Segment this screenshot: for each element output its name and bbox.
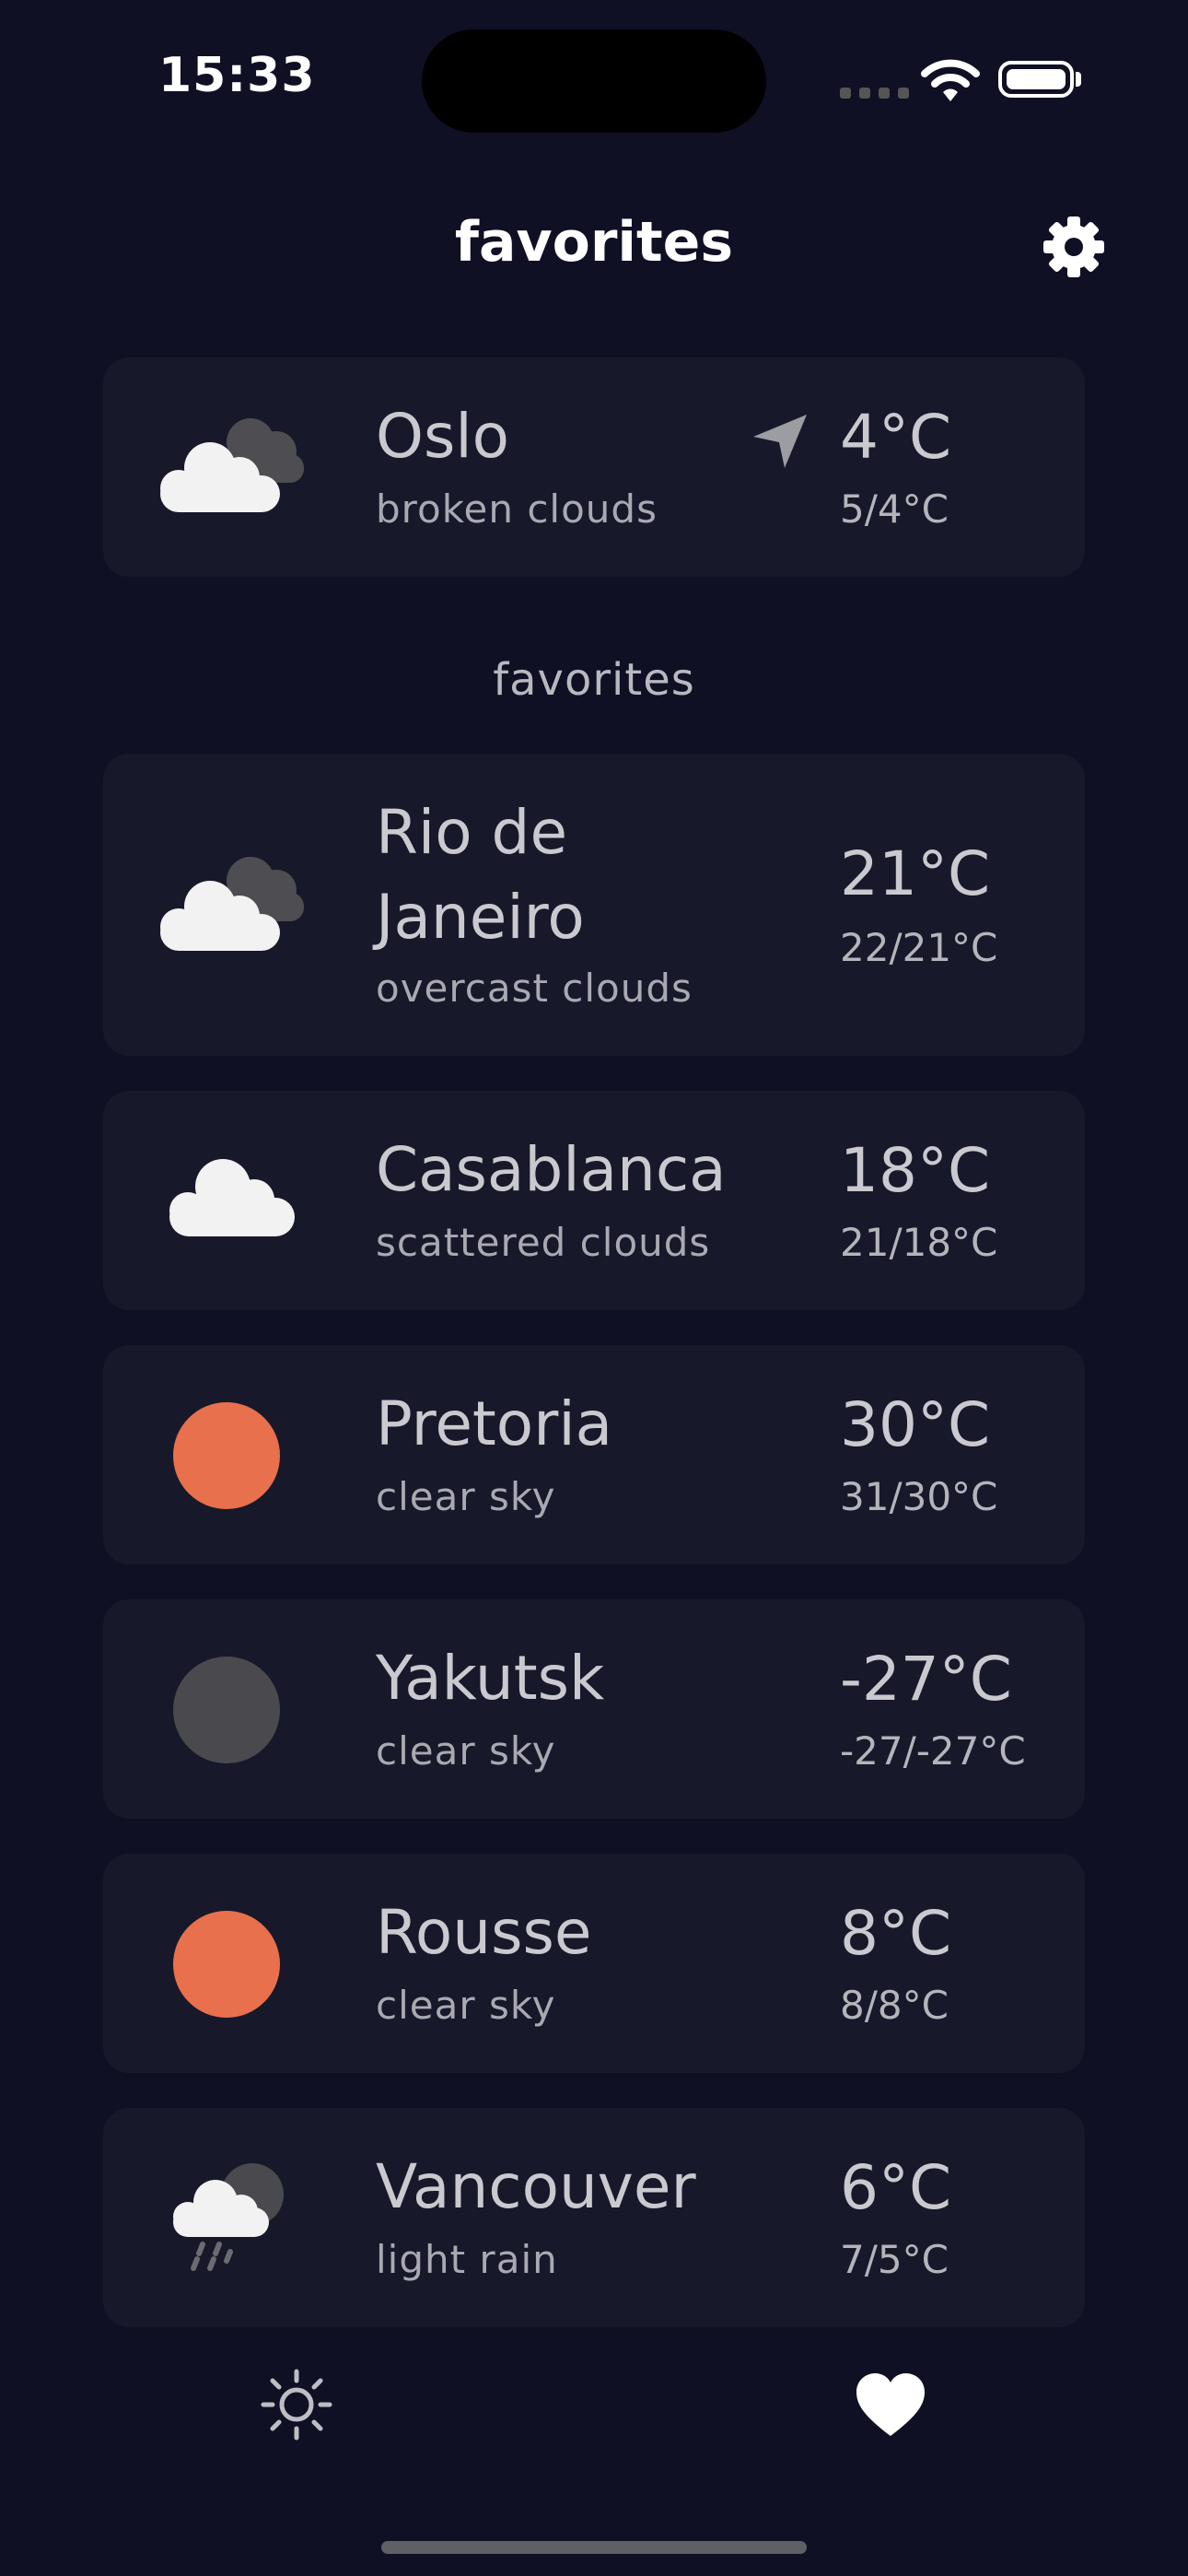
weather-description: clear sky <box>376 1728 556 1774</box>
weather-description: clear sky <box>376 1983 556 2028</box>
temp-range: -27/-27°C <box>840 1728 1026 1774</box>
light-rain-icon <box>164 2156 293 2279</box>
city-name: Yakutsk <box>376 1643 605 1714</box>
weather-description: clear sky <box>376 1474 556 1519</box>
temp-range: 31/30°C <box>840 1474 998 1519</box>
page-title: favorites <box>454 210 734 275</box>
sun-icon <box>171 1400 282 1515</box>
city-name-line1: Rio de <box>376 797 568 868</box>
current-temp: 4°C <box>840 402 952 473</box>
city-name: Oslo <box>376 401 510 472</box>
temp-range: 7/5°C <box>840 2237 949 2282</box>
city-name-line2: Janeiro <box>376 882 585 953</box>
weather-tab-sun-icon[interactable] <box>260 2368 333 2445</box>
dynamic-island <box>422 29 766 133</box>
current-temp: -27°C <box>840 1644 1012 1715</box>
weather-description: broken clouds <box>376 486 658 532</box>
temp-range: 21/18°C <box>840 1220 998 1265</box>
weather-description: scattered clouds <box>376 1220 711 1265</box>
city-name: Vancouver <box>376 2151 696 2222</box>
weather-description: light rain <box>376 2237 558 2282</box>
temp-range: 5/4°C <box>840 486 949 532</box>
current-temp: 8°C <box>840 1898 952 1969</box>
status-time: 15:33 <box>158 48 316 103</box>
favorite-card-casablanca[interactable]: Casablanca scattered clouds 18°C 21/18°C <box>103 1091 1085 1310</box>
temp-range: 22/21°C <box>840 925 998 970</box>
wifi-icon <box>921 55 980 107</box>
broken-clouds-icon <box>147 404 313 527</box>
cellular-signal-icon <box>840 85 917 102</box>
favorite-card-rio[interactable]: Rio de Janeiro overcast clouds 21°C 22/2… <box>103 754 1085 1056</box>
moon-icon <box>171 1655 282 1769</box>
current-location-card[interactable]: Oslo broken clouds 4°C 5/4°C <box>103 357 1085 577</box>
battery-icon <box>998 61 1074 98</box>
temp-range: 8/8°C <box>840 1983 949 2028</box>
gear-icon[interactable] <box>1041 214 1107 284</box>
favorite-card-pretoria[interactable]: Pretoria clear sky 30°C 31/30°C <box>103 1345 1085 1564</box>
battery-cap <box>1076 72 1081 87</box>
current-temp: 18°C <box>840 1135 991 1206</box>
favorite-card-yakutsk[interactable]: Yakutsk clear sky -27°C -27/-27°C <box>103 1599 1085 1819</box>
favorites-tab-heart-icon[interactable] <box>855 2373 926 2441</box>
location-arrow-icon <box>750 411 810 475</box>
current-temp: 30°C <box>840 1389 991 1460</box>
home-indicator <box>381 2541 807 2554</box>
city-name: Casablanca <box>376 1134 727 1205</box>
current-temp: 21°C <box>840 838 991 909</box>
overcast-clouds-icon <box>147 842 313 966</box>
section-label: favorites <box>493 654 695 706</box>
favorite-card-rousse[interactable]: Rousse clear sky 8°C 8/8°C <box>103 1854 1085 2073</box>
scattered-clouds-icon <box>158 1144 306 1249</box>
city-name: Rousse <box>376 1897 592 1968</box>
current-temp: 6°C <box>840 2152 952 2223</box>
favorite-card-vancouver[interactable]: Vancouver light rain 6°C 7/5°C <box>103 2108 1085 2327</box>
city-name: Pretoria <box>376 1388 613 1459</box>
sun-icon <box>171 1909 282 2023</box>
weather-description: overcast clouds <box>376 966 693 1011</box>
